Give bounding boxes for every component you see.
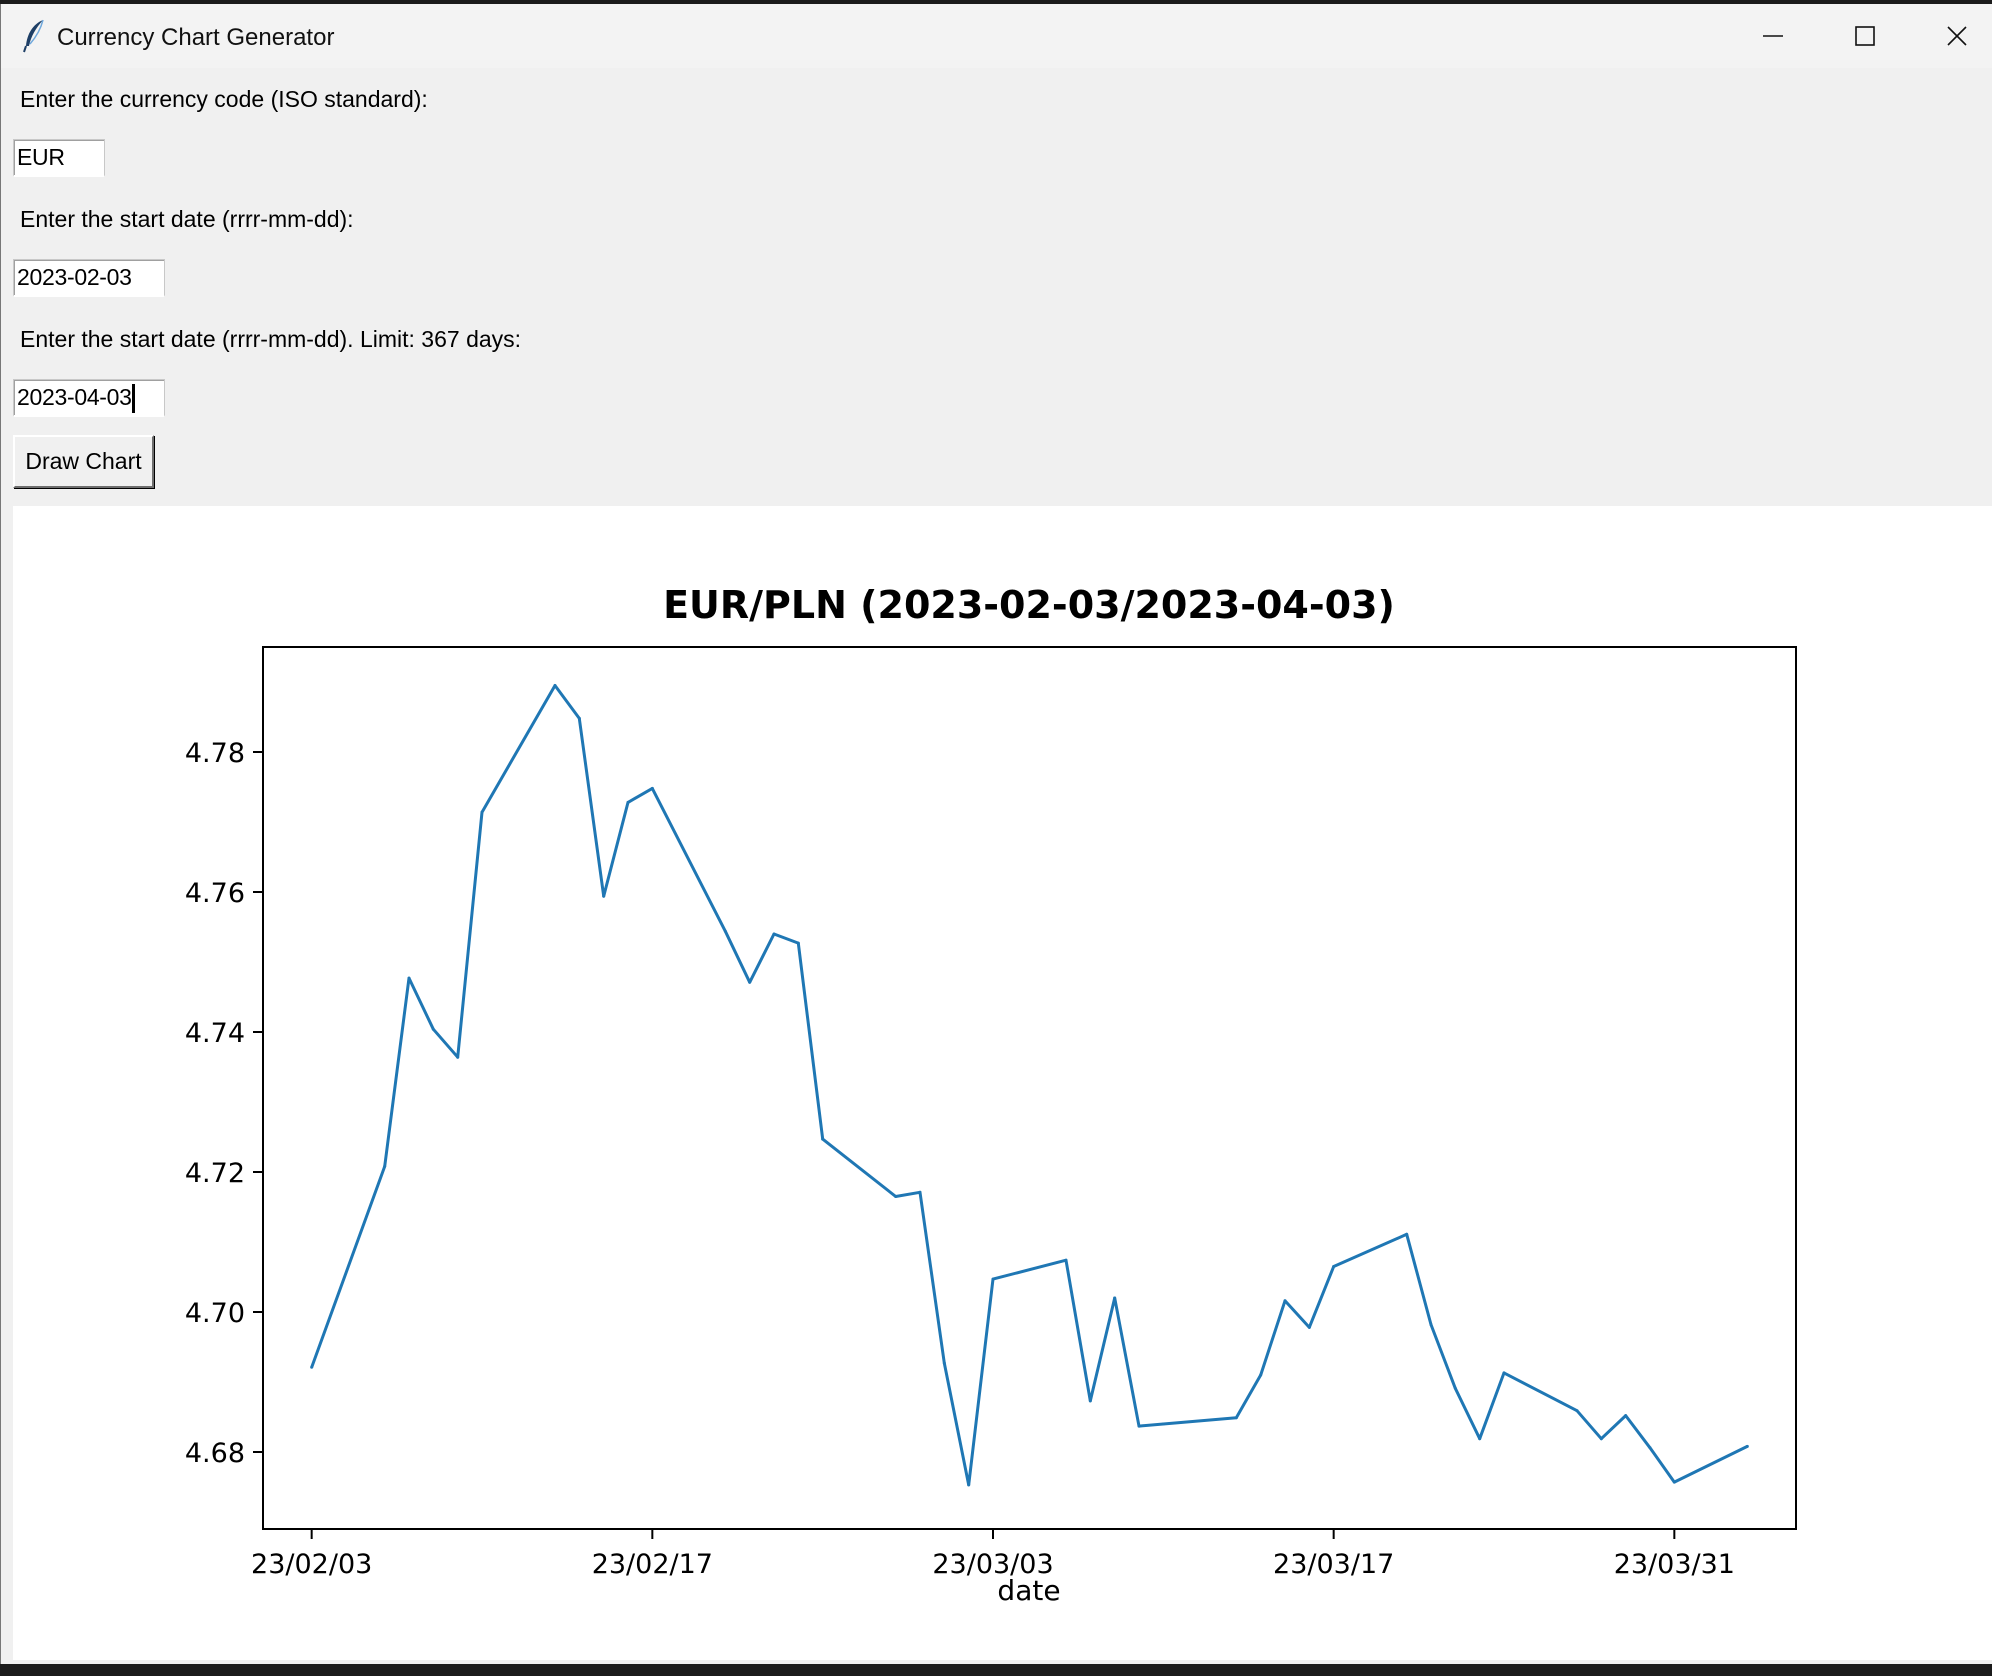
x-axis-label: date	[997, 1574, 1060, 1607]
y-tick-label: 4.68	[185, 1438, 245, 1469]
data-point	[431, 1027, 435, 1031]
series-line	[310, 684, 1748, 1487]
close-icon	[1947, 26, 1967, 46]
series-points	[310, 684, 1749, 1487]
data-point	[1234, 1416, 1238, 1420]
currency-code-label: Enter the currency code (ISO standard):	[20, 86, 428, 112]
data-point	[1113, 1296, 1117, 1300]
x-tick-label: 23/02/17	[592, 1549, 713, 1580]
data-point	[991, 1277, 995, 1281]
data-point	[748, 980, 752, 984]
data-point	[1259, 1373, 1263, 1377]
title-bar[interactable]: Currency Chart Generator	[1, 4, 1992, 68]
data-point	[553, 684, 557, 687]
currency-code-input[interactable]	[13, 139, 105, 177]
data-point	[1283, 1299, 1287, 1303]
y-tick-label: 4.70	[185, 1298, 245, 1329]
app-window: Currency Chart Generator Enter the curre…	[0, 4, 1992, 1664]
start-date-label: Enter the start date (rrrr-mm-dd):	[20, 206, 354, 232]
data-point	[407, 976, 411, 980]
x-axis: 23/02/03 23/02/17 23/03/03 23/03/17 23/03/31	[251, 1529, 1735, 1580]
x-tick-label: 23/03/17	[1273, 1549, 1394, 1580]
data-point	[1478, 1437, 1482, 1441]
chart-title: EUR/PLN (2023-02-03/2023-04-03)	[663, 583, 1395, 627]
data-point	[1161, 1422, 1165, 1426]
data-point	[602, 894, 606, 898]
line-chart: EUR/PLN (2023-02-03/2023-04-03) 4.68 4.70…	[185, 583, 1797, 1607]
data-point	[480, 810, 484, 814]
maximize-icon	[1855, 26, 1875, 46]
close-button[interactable]	[1911, 4, 1992, 68]
data-point	[894, 1195, 898, 1198]
feather-icon	[19, 18, 49, 54]
data-point	[918, 1190, 922, 1194]
data-point	[1137, 1424, 1141, 1428]
data-point	[456, 1055, 460, 1059]
data-point	[1453, 1386, 1457, 1390]
data-point	[1405, 1232, 1409, 1236]
plot-frame	[262, 646, 1797, 1530]
data-point	[1332, 1265, 1336, 1268]
text-cursor	[132, 384, 135, 413]
end-date-input[interactable]	[13, 379, 165, 417]
x-tick-label: 23/03/31	[1614, 1549, 1735, 1580]
chart-canvas: EUR/PLN (2023-02-03/2023-04-03) 4.68 4.70…	[13, 506, 1992, 1660]
data-point	[1064, 1258, 1068, 1262]
data-point	[1745, 1444, 1749, 1448]
start-date-input[interactable]	[13, 259, 165, 297]
y-tick-label: 4.78	[185, 738, 245, 769]
y-axis: 4.68 4.70 4.72 4.74 4.76 4.78	[185, 738, 263, 1469]
maximize-button[interactable]	[1819, 4, 1911, 68]
data-point	[1575, 1409, 1579, 1413]
data-point	[1307, 1325, 1311, 1329]
data-point	[942, 1361, 946, 1365]
y-tick-label: 4.74	[185, 1018, 245, 1049]
data-point	[967, 1483, 971, 1487]
data-point	[310, 1365, 314, 1369]
data-point	[772, 932, 776, 936]
data-point	[821, 1137, 825, 1141]
data-point	[1648, 1446, 1652, 1450]
data-point	[1672, 1480, 1676, 1484]
data-point	[383, 1164, 387, 1168]
data-point	[1624, 1414, 1628, 1418]
data-point	[796, 941, 800, 945]
minimize-icon	[1763, 35, 1783, 37]
end-date-label: Enter the start date (rrrr-mm-dd). Limit…	[20, 326, 522, 352]
window-title: Currency Chart Generator	[57, 24, 335, 51]
y-tick-label: 4.76	[185, 878, 245, 909]
minimize-button[interactable]	[1727, 4, 1819, 68]
data-point	[577, 716, 581, 720]
data-point	[1599, 1437, 1603, 1441]
data-point	[1502, 1371, 1506, 1375]
draw-chart-button[interactable]: Draw Chart	[13, 435, 154, 488]
data-point	[1088, 1399, 1092, 1403]
y-tick-label: 4.72	[185, 1158, 245, 1189]
data-point	[723, 929, 727, 933]
data-point	[626, 800, 630, 804]
data-point	[650, 786, 654, 790]
x-tick-label: 23/02/03	[251, 1549, 372, 1580]
data-point	[1429, 1323, 1433, 1327]
